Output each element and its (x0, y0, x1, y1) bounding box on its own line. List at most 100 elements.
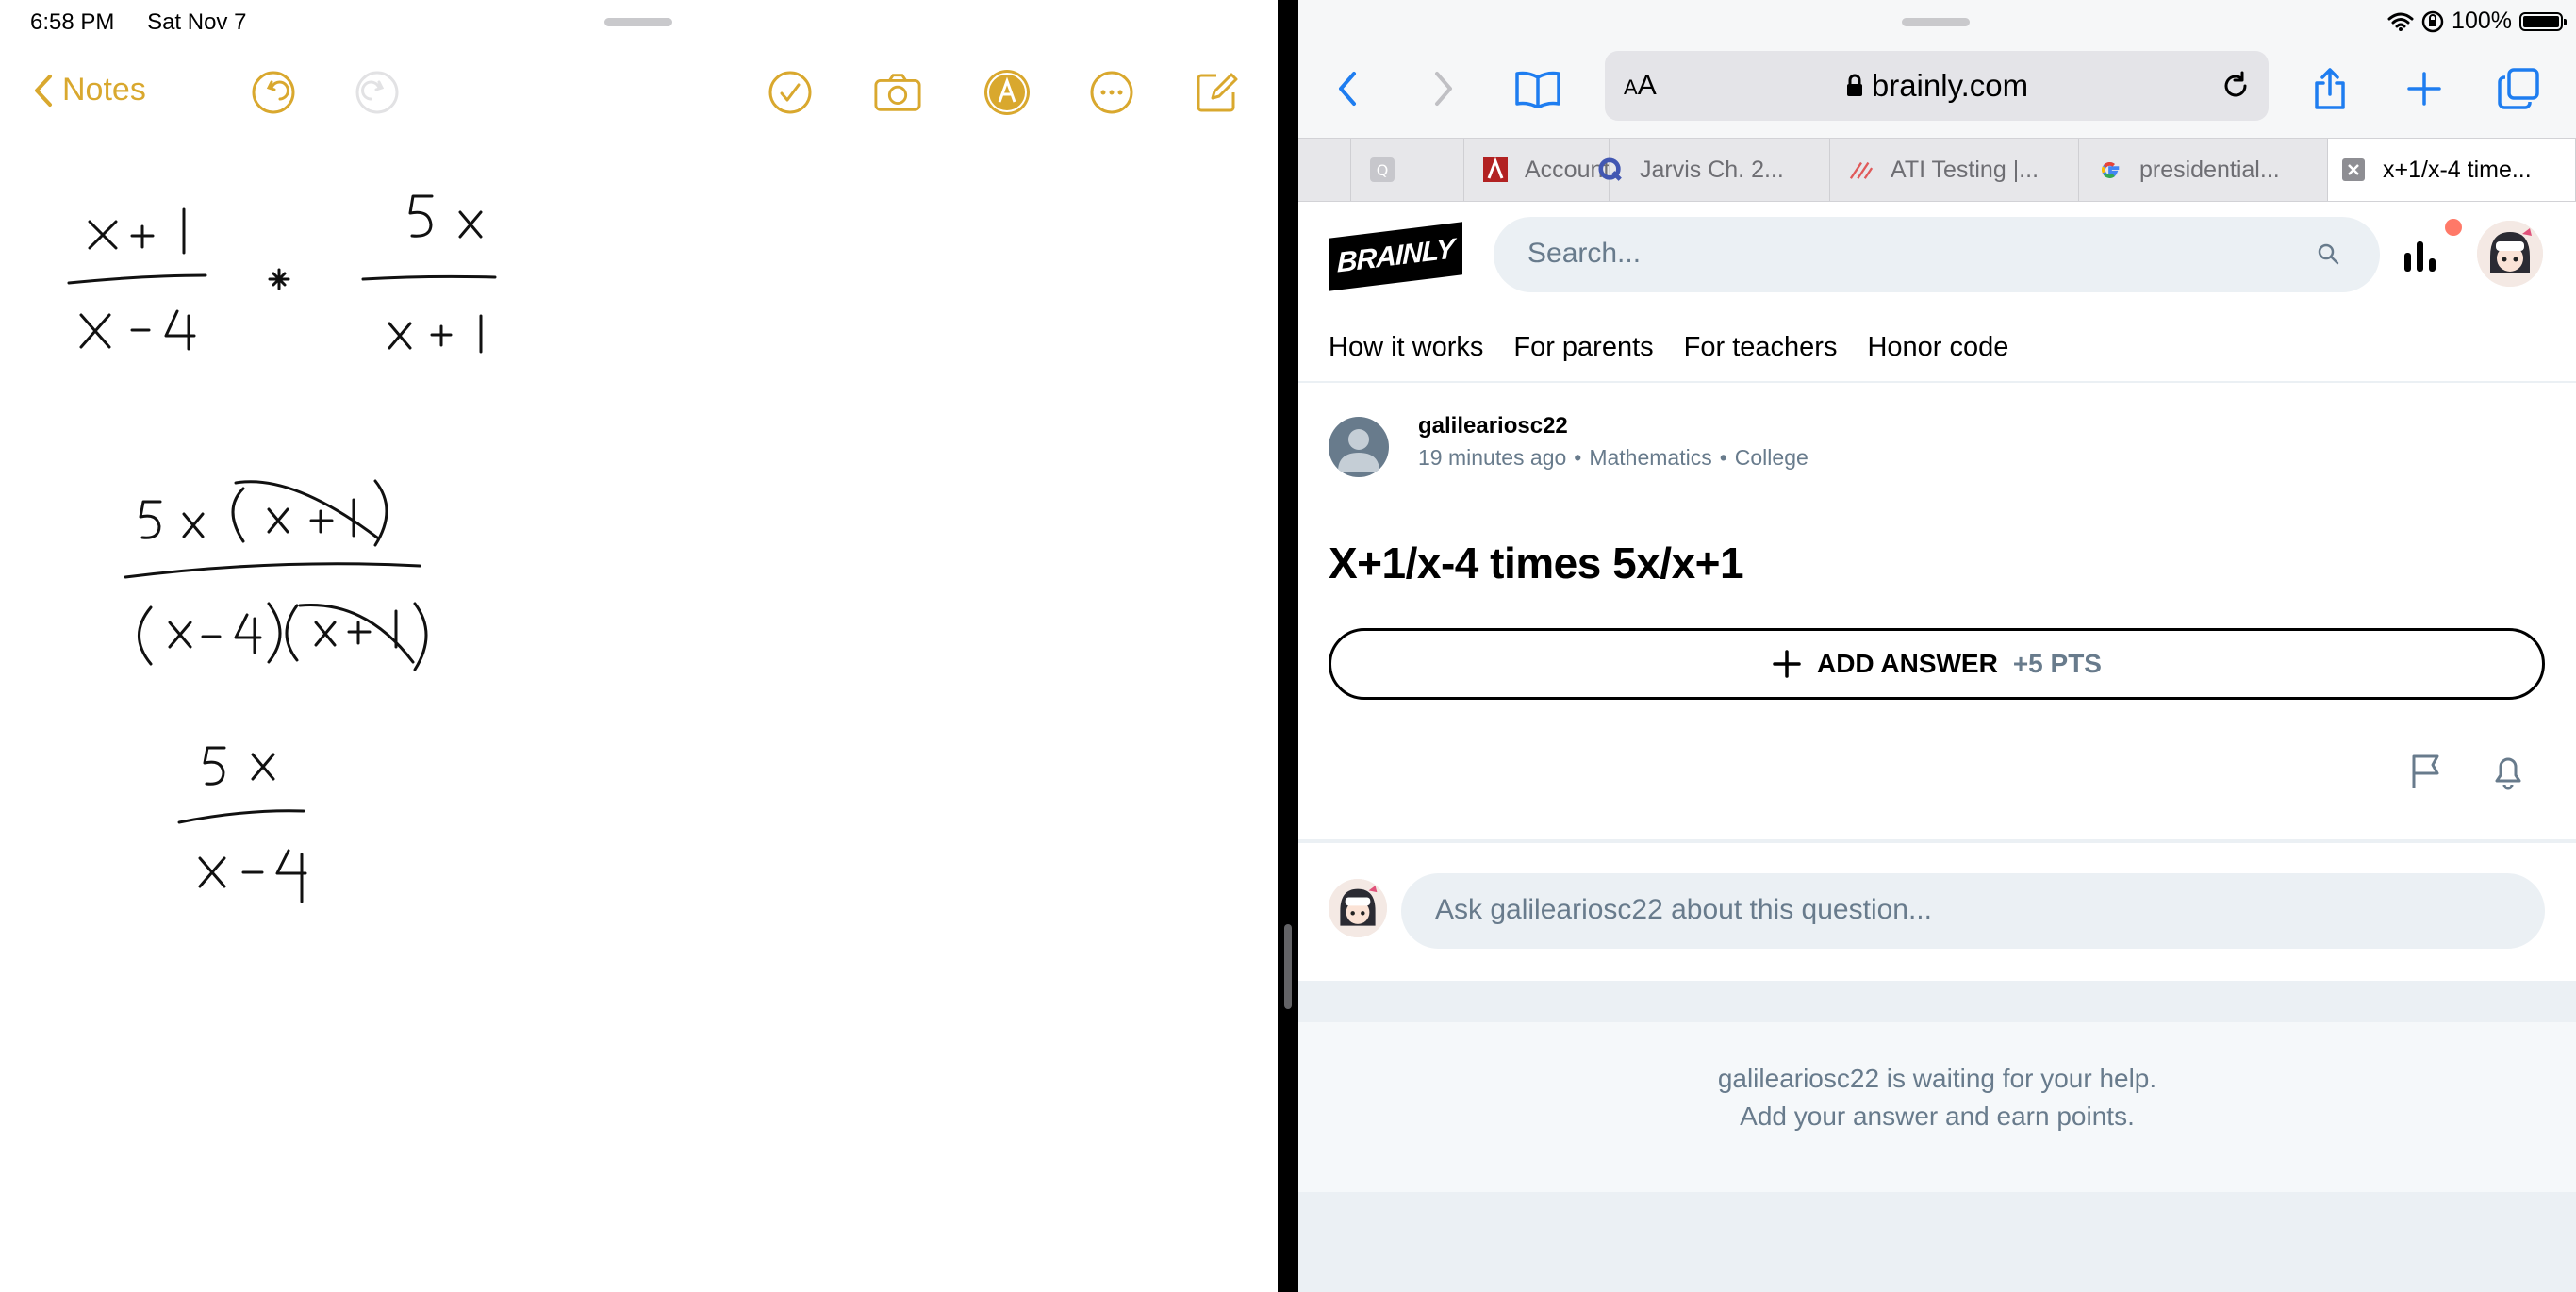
notes-back-button[interactable]: Notes (34, 72, 146, 108)
tab-label: Jarvis Ch. 2... (1640, 156, 1784, 183)
profile-avatar[interactable] (2477, 221, 2543, 287)
bell-icon[interactable] (2491, 753, 2525, 790)
asker-username[interactable]: galileariosc22 (1418, 413, 1568, 439)
share-button[interactable] (2304, 62, 2356, 115)
asker-avatar[interactable] (1329, 417, 1389, 477)
avatar-icon (2477, 221, 2543, 287)
tab-google[interactable]: presidential... (2079, 139, 2328, 201)
waiting-line-2: Add your answer and earn points. (1740, 1102, 2135, 1131)
question-subject[interactable]: Mathematics (1589, 445, 1711, 470)
ask-placeholder: Ask galileariosc22 about this question..… (1435, 894, 1932, 925)
bookmarks-button[interactable] (1511, 62, 1564, 115)
brainly-logo-text: BRAINLY (1336, 233, 1455, 279)
address-url-wrap: brainly.com (1605, 68, 2269, 104)
tab-hidden[interactable]: Q (1351, 139, 1464, 201)
ati-favicon (1849, 157, 1874, 182)
new-tab-button[interactable] (2398, 62, 2451, 115)
notes-app: 6:58 PM Sat Nov 7 Notes (0, 0, 1278, 1292)
more-button[interactable] (1087, 68, 1136, 117)
plus-icon (2407, 72, 2441, 106)
notes-back-label: Notes (62, 72, 146, 108)
forward-button[interactable] (1417, 62, 1470, 115)
camera-icon (874, 74, 921, 111)
tab-label: presidential... (2139, 156, 2280, 183)
account-favicon (1483, 157, 1508, 182)
search-icon[interactable] (2316, 241, 2340, 266)
address-bar[interactable]: AA brainly.com (1605, 51, 2269, 121)
multitasking-grabber[interactable] (604, 18, 672, 26)
nav-for-teachers[interactable]: For teachers (1684, 332, 1838, 363)
orientation-lock-icon (2421, 10, 2444, 32)
notification-dot (2445, 219, 2462, 236)
checklist-button[interactable] (766, 68, 815, 117)
wifi-icon (2387, 12, 2414, 31)
tabs-overview-button[interactable] (2492, 62, 2545, 115)
share-icon (2315, 68, 2345, 109)
search-input[interactable]: Search... (1494, 217, 2380, 292)
split-view-handle[interactable] (1284, 924, 1292, 1009)
tab-label: x+1/x-4 time... (2383, 156, 2532, 183)
undo-icon (252, 71, 295, 114)
secondary-nav: How it works For parents For teachers Ho… (1329, 332, 2008, 363)
tab-jarvis[interactable]: Jarvis Ch. 2... (1579, 139, 1830, 201)
redo-button[interactable] (353, 68, 402, 117)
meta-separator: • (1719, 445, 1727, 470)
section-band (1298, 981, 2576, 1022)
status-bar-left: 6:58 PM Sat Nov 7 (30, 9, 272, 36)
battery-icon (2519, 11, 2567, 31)
nav-for-parents[interactable]: For parents (1513, 332, 1653, 363)
flag-icon[interactable] (2409, 753, 2443, 790)
chevron-left-icon (1339, 72, 1356, 106)
chevron-left-icon (35, 74, 52, 107)
bookmarks-icon (1515, 71, 1560, 108)
nav-honor-code[interactable]: Honor code (1867, 332, 2008, 363)
question-level: College (1734, 445, 1808, 470)
quizlet-favicon (1598, 157, 1623, 182)
address-url: brainly.com (1871, 68, 2029, 103)
markup-button[interactable] (983, 68, 1032, 117)
waiting-line-1: galileariosc22 is waiting for your help. (1717, 1064, 2157, 1093)
add-answer-button[interactable]: ADD ANSWER +5 PTS (1329, 628, 2545, 700)
split-view-divider[interactable] (1278, 0, 1298, 1292)
default-user-icon (1338, 429, 1379, 472)
status-bar-right: 100% (2387, 8, 2567, 35)
waiting-message: galileariosc22 is waiting for your help.… (1298, 1022, 2576, 1192)
ask-question-input[interactable]: Ask galileariosc22 about this question..… (1401, 873, 2545, 949)
tab-ati[interactable]: ATI Testing |... (1830, 139, 2079, 201)
stats-icon[interactable] (2402, 236, 2439, 273)
tab-bar: Q Account Jarvis Ch. 2... ATI Testing |.… (1298, 138, 2576, 202)
battery-percent: 100% (2452, 8, 2512, 34)
compose-button[interactable] (1192, 68, 1241, 117)
handwritten-drawing (67, 194, 497, 903)
safari-app: 100% AA brainly.com Q Account Jarvis Ch.… (1298, 0, 2576, 1292)
camera-button[interactable] (873, 68, 922, 117)
nav-how-it-works[interactable]: How it works (1329, 332, 1483, 363)
chevron-right-icon (1435, 72, 1452, 106)
brainly-page: BRAINLY Search... How it works For paren… (1298, 202, 2576, 1292)
status-time: 6:58 PM (30, 9, 115, 35)
tab-blank[interactable] (1298, 139, 1351, 201)
avatar-icon (1329, 879, 1387, 937)
add-answer-points: +5 PTS (2012, 649, 2102, 678)
lock-icon (1846, 74, 1862, 96)
status-date: Sat Nov 7 (147, 9, 247, 35)
divider (1298, 839, 2576, 843)
plus-icon (1773, 650, 1801, 678)
markup-icon (984, 70, 1030, 115)
brainly-logo[interactable]: BRAINLY (1329, 222, 1462, 291)
multitasking-grabber-right[interactable] (1902, 18, 1970, 26)
search-placeholder: Search... (1527, 238, 1642, 269)
google-favicon (2098, 157, 2122, 182)
compose-icon (1197, 73, 1238, 112)
tab-current[interactable]: x+1/x-4 time... (2328, 139, 2576, 201)
divider (1298, 381, 2576, 383)
back-button[interactable] (1321, 62, 1374, 115)
add-answer-label: ADD ANSWER (1816, 649, 1998, 678)
my-avatar (1329, 879, 1387, 937)
reload-icon[interactable] (2220, 70, 2252, 102)
question-time: 19 minutes ago (1418, 445, 1567, 470)
close-tab-icon[interactable] (2341, 157, 2366, 182)
undo-button[interactable] (249, 68, 298, 117)
blank-tab-icon (1312, 157, 1336, 182)
more-icon (1090, 71, 1133, 114)
